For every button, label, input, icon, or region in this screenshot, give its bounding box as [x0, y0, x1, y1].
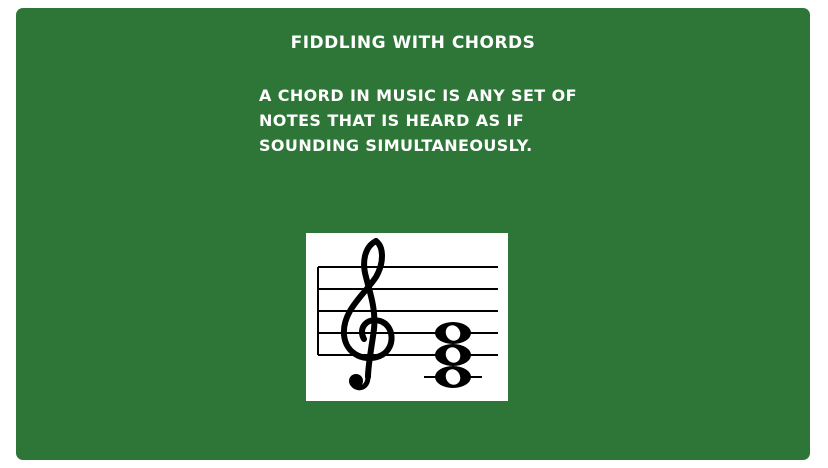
slide-title: Fiddling with Chords — [290, 33, 536, 53]
note-head — [435, 366, 471, 388]
treble-clef-icon — [340, 238, 395, 391]
slide-description: A chord in music is any set of notes tha… — [259, 83, 589, 158]
treble-clef-dot — [349, 374, 363, 388]
description-line: A chord in music is any set of — [259, 86, 577, 105]
description-line: notes that is heard as if — [259, 111, 525, 130]
note-head — [435, 322, 471, 344]
slide-board: Fiddling with Chords A chord in music is… — [17, 9, 809, 459]
note-head — [435, 344, 471, 366]
chord-figure — [306, 233, 508, 401]
treble-clef-chord-icon — [317, 238, 498, 391]
description-line: sounding simultaneously. — [259, 136, 533, 155]
